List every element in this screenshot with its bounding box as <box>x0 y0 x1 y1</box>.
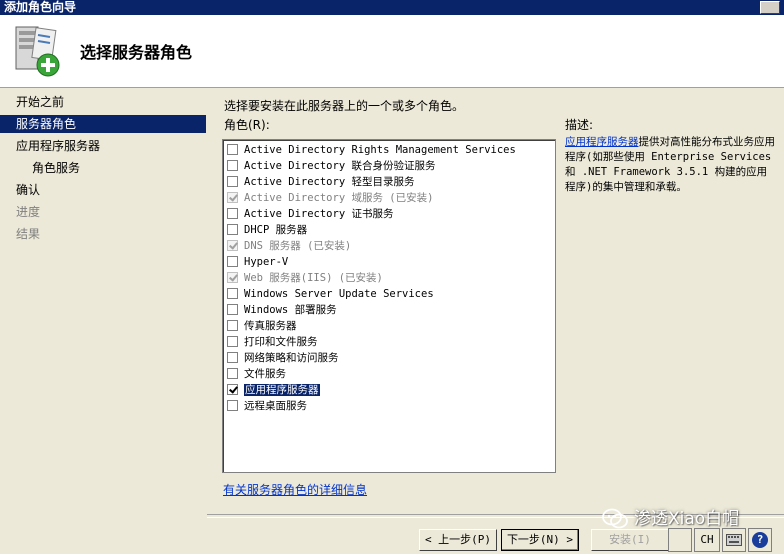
role-label: Active Directory 轻型目录服务 <box>244 176 415 188</box>
role-item[interactable]: 远程桌面服务 <box>227 398 307 414</box>
role-item[interactable]: DHCP 服务器 <box>227 222 307 238</box>
role-item[interactable]: 打印和文件服务 <box>227 334 318 350</box>
nav-step-application-server[interactable]: 应用程序服务器 <box>0 137 206 155</box>
role-checkbox[interactable] <box>227 352 238 363</box>
more-info-link[interactable]: 有关服务器角色的详细信息 <box>223 481 367 498</box>
nav-step-confirmation[interactable]: 确认 <box>0 181 206 199</box>
role-checkbox[interactable] <box>227 400 238 411</box>
role-label: 远程桌面服务 <box>244 400 307 412</box>
main-panel: 选择要安装在此服务器上的一个或多个角色。 角色(R): 描述: Active D… <box>207 88 784 514</box>
role-item[interactable]: Windows Server Update Services <box>227 286 434 302</box>
role-checkbox[interactable] <box>227 368 238 379</box>
role-checkbox[interactable] <box>227 176 238 187</box>
role-item: Web 服务器(IIS) (已安装) <box>227 270 383 286</box>
role-checkbox[interactable] <box>227 224 238 235</box>
nav-step-role-services[interactable]: 角色服务 <box>0 159 206 177</box>
role-label: Active Directory Rights Management Servi… <box>244 144 516 156</box>
next-button[interactable]: 下一步(N) > <box>501 529 579 551</box>
role-item[interactable]: Active Directory 联合身份验证服务 <box>227 158 435 174</box>
role-item: Active Directory 域服务 (已安装) <box>227 190 433 206</box>
role-item[interactable]: Active Directory 轻型目录服务 <box>227 174 414 190</box>
role-item: DNS 服务器 (已安装) <box>227 238 351 254</box>
window-title: 添加角色向导 <box>4 0 77 14</box>
role-checkbox[interactable] <box>227 208 238 219</box>
role-label: Active Directory 联合身份验证服务 <box>244 160 436 172</box>
role-item[interactable]: Hyper-V <box>227 254 288 270</box>
nav-step-results: 结果 <box>16 227 41 241</box>
role-item[interactable]: Active Directory 证书服务 <box>227 206 393 222</box>
role-checkbox[interactable] <box>227 256 238 267</box>
description-role-link[interactable]: 应用程序服务器 <box>565 136 639 148</box>
role-label: Hyper-V <box>244 256 289 268</box>
description-label: 描述: <box>565 118 594 132</box>
wizard-steps-nav: 开始之前 服务器角色 应用程序服务器 角色服务 确认 进度 结果 <box>0 88 206 552</box>
watermark: 渗透Xiao白帽 <box>602 502 772 536</box>
role-label: 文件服务 <box>244 368 286 380</box>
role-item[interactable]: 传真服务器 <box>227 318 297 334</box>
nav-step-progress: 进度 <box>16 205 41 219</box>
role-label: DHCP 服务器 <box>244 224 308 236</box>
maximize-button[interactable] <box>760 1 780 14</box>
server-add-role-icon <box>15 26 60 77</box>
role-label: Web 服务器(IIS) (已安装) <box>244 272 383 284</box>
role-checkbox[interactable] <box>227 304 238 315</box>
role-label: Active Directory 证书服务 <box>244 208 394 220</box>
wechat-icon <box>602 508 628 529</box>
role-label: Windows Server Update Services <box>244 288 434 300</box>
role-label: DNS 服务器 (已安装) <box>244 240 352 252</box>
role-checkbox <box>227 240 238 251</box>
role-label: 网络策略和访问服务 <box>244 352 339 364</box>
role-label: 打印和文件服务 <box>244 336 318 348</box>
role-label: 传真服务器 <box>244 320 297 332</box>
role-label: Active Directory 域服务 (已安装) <box>244 192 434 204</box>
role-item[interactable]: 网络策略和访问服务 <box>227 350 339 366</box>
role-checkbox[interactable] <box>227 144 238 155</box>
role-label: Windows 部署服务 <box>244 304 337 316</box>
role-checkbox <box>227 272 238 283</box>
role-checkbox[interactable] <box>227 384 238 395</box>
role-checkbox[interactable] <box>227 288 238 299</box>
role-checkbox[interactable] <box>227 336 238 347</box>
roles-listbox[interactable]: Active Directory Rights Management Servi… <box>222 139 556 473</box>
role-item[interactable]: 文件服务 <box>227 366 286 382</box>
role-checkbox[interactable] <box>227 320 238 331</box>
role-description: 应用程序服务器提供对高性能分布式业务应用程序(如那些使用 Enterprise … <box>565 135 775 195</box>
page-title: 选择服务器角色 <box>80 43 193 62</box>
nav-step-before-you-begin[interactable]: 开始之前 <box>0 93 206 111</box>
nav-step-server-roles[interactable]: 服务器角色 <box>0 115 206 133</box>
wizard-header: 选择服务器角色 <box>0 15 784 88</box>
role-checkbox <box>227 192 238 203</box>
title-bar: 添加角色向导 <box>0 0 784 15</box>
instruction-text: 选择要安装在此服务器上的一个或多个角色。 <box>224 99 465 113</box>
roles-label: 角色(R): <box>224 118 270 132</box>
watermark-text: 渗透Xiao白帽 <box>634 509 740 529</box>
role-item[interactable]: Active Directory Rights Management Servi… <box>227 142 516 158</box>
role-checkbox[interactable] <box>227 160 238 171</box>
role-label: 应用程序服务器 <box>244 384 320 396</box>
role-item-selected[interactable]: 应用程序服务器 <box>227 382 320 398</box>
role-item[interactable]: Windows 部署服务 <box>227 302 337 318</box>
previous-button[interactable]: < 上一步(P) <box>419 529 497 551</box>
